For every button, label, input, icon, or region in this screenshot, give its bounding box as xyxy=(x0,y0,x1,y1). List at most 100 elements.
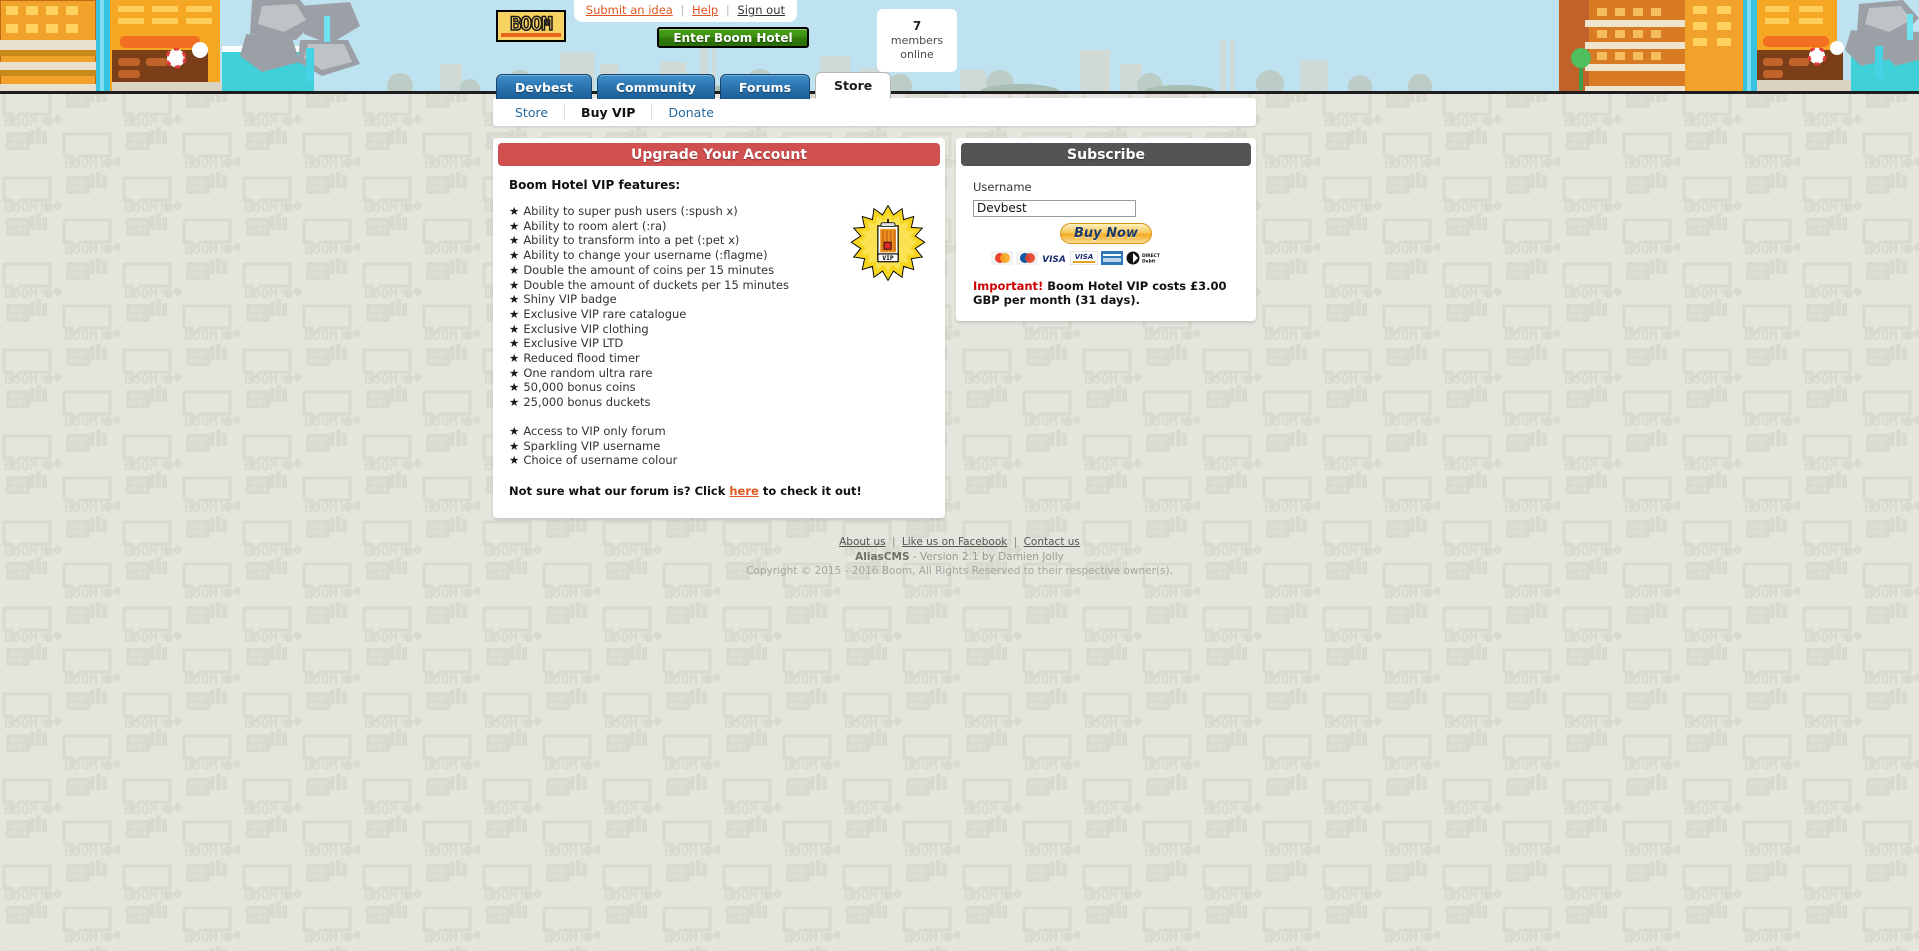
tab-community[interactable]: Community xyxy=(596,74,715,99)
star-icon: ★ xyxy=(509,204,520,218)
footer-separator: | xyxy=(1013,536,1018,548)
site-banner xyxy=(0,0,1919,94)
vip-feature-label: Ability to change your username (:flagme… xyxy=(523,248,768,263)
members-online-label-2: online xyxy=(900,48,934,61)
subnav-item-store[interactable]: Store xyxy=(515,105,564,120)
link-separator: | xyxy=(725,3,730,17)
vip-feature-item: ★ Reduced flood timer xyxy=(509,351,929,366)
vip-feature-label: Exclusive VIP rare catalogue xyxy=(523,306,687,321)
vip-feature-label: Double the amount of duckets per 15 minu… xyxy=(523,277,790,292)
svg-text:VISA: VISA xyxy=(1075,253,1093,261)
star-icon: ★ xyxy=(509,395,520,410)
upgrade-panel-heading: Upgrade Your Account xyxy=(498,143,940,166)
star-icon: ★ xyxy=(509,336,520,351)
star-icon: ★ xyxy=(509,351,520,366)
star-icon: ★ xyxy=(509,262,520,277)
buy-now-label: Buy Now xyxy=(1074,225,1138,241)
star-icon: ★ xyxy=(509,248,520,263)
vip-badge-label: VIP xyxy=(882,255,894,262)
help-link[interactable]: Help xyxy=(692,3,718,17)
buy-now-button[interactable]: Buy Now xyxy=(1060,222,1152,244)
tab-devbest[interactable]: Devbest xyxy=(496,74,592,99)
logo-text: BOOM xyxy=(509,13,553,35)
page-footer: About us | Like us on Facebook | Contact… xyxy=(0,536,1919,577)
footer-cms-name: AliasCMS xyxy=(855,551,910,563)
vip-feature-item: ★ Exclusive VIP rare catalogue xyxy=(509,307,929,322)
star-icon: ★ xyxy=(509,321,520,336)
vip-feature-label: One random ultra rare xyxy=(523,365,653,380)
important-price-note: Important! Boom Hotel VIP costs £3.00 GB… xyxy=(973,279,1244,308)
vip-features-title: Boom Hotel VIP features: xyxy=(509,178,681,192)
footer-link-about-us[interactable]: About us xyxy=(839,536,886,548)
star-icon: ★ xyxy=(509,438,520,453)
logo-underline xyxy=(501,33,561,37)
star-icon: ★ xyxy=(509,306,520,321)
subscribe-panel: Subscribe Username Buy Now VISA xyxy=(956,138,1256,322)
username-label: Username xyxy=(973,180,1032,194)
forum-note-before: Not sure what our forum is? Click xyxy=(509,483,730,498)
forum-note-after: to check it out! xyxy=(758,483,862,498)
vip-feature-label: 50,000 bonus coins xyxy=(523,380,636,395)
vip-feature-label: 25,000 bonus duckets xyxy=(523,395,651,410)
main-navigation-tabs: Devbest Community Forums Store xyxy=(496,72,892,99)
vip-feature-label: Reduced flood timer xyxy=(523,351,640,366)
forum-note: Not sure what our forum is? Click here t… xyxy=(509,484,929,498)
footer-cms-version: - Version 2.1 by Damien Jolly xyxy=(909,551,1064,563)
star-icon: ★ xyxy=(509,233,520,248)
upgrade-panel-body: VIP Boom Hotel VIP features: ★ Ability to… xyxy=(493,166,945,514)
star-icon: ★ xyxy=(509,218,520,233)
username-input[interactable] xyxy=(973,199,1136,217)
vip-feature-item: ★ Exclusive VIP clothing xyxy=(509,322,929,337)
subnav-item-donate[interactable]: Donate xyxy=(652,105,729,120)
vip-feature-item: ★ 50,000 bonus coins xyxy=(509,380,929,395)
submit-an-idea-link[interactable]: Submit an idea xyxy=(586,3,673,17)
vip-feature-label: Shiny VIP badge xyxy=(523,292,617,307)
maestro-icon xyxy=(1016,250,1038,265)
footer-copyright: Copyright © 2015 - 2016 Boom, All Rights… xyxy=(746,565,1173,577)
forum-here-link[interactable]: here xyxy=(729,484,758,498)
subscribe-panel-heading: Subscribe xyxy=(961,143,1251,166)
amex-icon xyxy=(1101,250,1123,265)
vip-feature-item: ★ 25,000 bonus duckets xyxy=(509,395,929,410)
account-links-bar: Submit an idea | Help | Sign out xyxy=(573,0,797,22)
vip-feature-label: Exclusive VIP clothing xyxy=(523,321,649,336)
logo-box: BOOM xyxy=(496,10,566,42)
svg-text:DIRECT: DIRECT xyxy=(1142,253,1160,259)
vip-feature-item: ★ One random ultra rare xyxy=(509,366,929,381)
footer-separator: | xyxy=(891,536,896,548)
vip-feature-item: ★ Sparkling VIP username xyxy=(509,439,929,454)
star-icon: ★ xyxy=(509,292,520,307)
members-online-label-1: members xyxy=(890,34,944,48)
banner-art-right xyxy=(1559,0,1919,94)
footer-links: About us | Like us on Facebook | Contact… xyxy=(0,536,1919,548)
sign-out-link[interactable]: Sign out xyxy=(737,3,785,17)
svg-text:VISA: VISA xyxy=(1042,255,1066,264)
vip-feature-label: Double the amount of coins per 15 minute… xyxy=(523,262,775,277)
vip-feature-label: Ability to room alert (:ra) xyxy=(523,218,667,233)
vip-feature-label: Choice of username colour xyxy=(523,453,678,468)
vip-badge-icon: VIP xyxy=(850,204,926,282)
tab-forums[interactable]: Forums xyxy=(719,74,811,99)
members-online-count: 7 xyxy=(912,19,922,34)
store-subnav: Store Buy VIP Donate xyxy=(493,98,1256,126)
footer-link-facebook[interactable]: Like us on Facebook xyxy=(902,536,1008,548)
vip-feature-label: Sparkling VIP username xyxy=(523,438,661,453)
accepted-cards-row: VISA VISA DIRECT Debit xyxy=(991,250,1244,265)
vip-feature-item: ★ Exclusive VIP LTD xyxy=(509,336,929,351)
site-logo[interactable]: BOOM xyxy=(496,10,566,42)
feature-list-gap xyxy=(509,410,929,424)
enter-boom-hotel-button[interactable]: Enter Boom Hotel xyxy=(657,27,809,48)
important-flag: Important! xyxy=(973,278,1044,293)
footer-link-contact-us[interactable]: Contact us xyxy=(1024,536,1080,548)
star-icon: ★ xyxy=(509,380,520,395)
visa-electron-icon: VISA xyxy=(1070,250,1098,265)
banner-art-left xyxy=(0,0,360,94)
subnav-item-buy-vip[interactable]: Buy VIP xyxy=(565,105,651,120)
vip-feature-label: Ability to transform into a pet (:pet x) xyxy=(523,233,740,248)
vip-feature-item: ★ Choice of username colour xyxy=(509,453,929,468)
vip-feature-item: ★ Shiny VIP badge xyxy=(509,292,929,307)
upgrade-account-panel: Upgrade Your Account VIP Boom Hotel VIP … xyxy=(493,138,945,518)
tab-store[interactable]: Store xyxy=(815,72,892,99)
members-online-box: 7 members online xyxy=(877,9,957,72)
footer-cms-line: AliasCMS - Version 2.1 by Damien Jolly xyxy=(0,551,1919,563)
